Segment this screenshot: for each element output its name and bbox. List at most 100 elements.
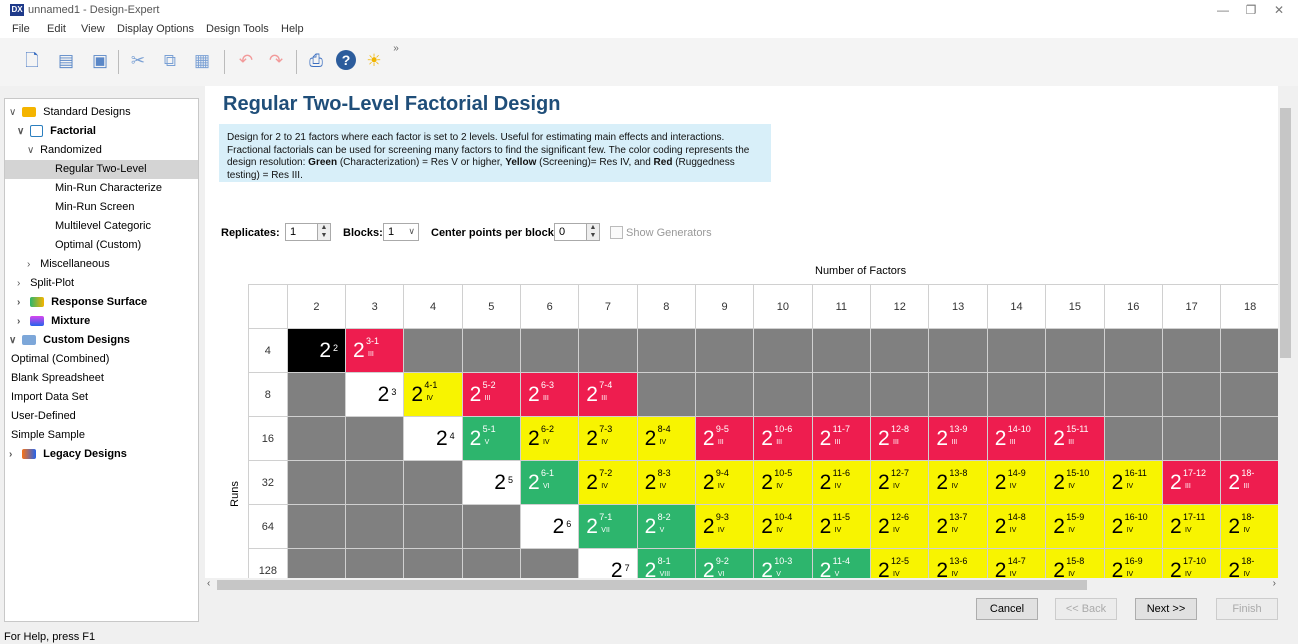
tree-legacy-designs[interactable]: › Legacy Designs bbox=[9, 445, 127, 464]
tree-randomized[interactable]: ∨ Randomized bbox=[27, 141, 102, 160]
scroll-right-icon[interactable]: › bbox=[1273, 578, 1276, 589]
design-cell[interactable]: 2 15-10 IV bbox=[1045, 460, 1105, 505]
design-cell[interactable]: 2 15-11 III bbox=[1045, 416, 1105, 461]
tree-min-run-characterize[interactable]: Min-Run Characterize bbox=[55, 179, 162, 198]
design-cell[interactable]: 2 14-8 IV bbox=[986, 504, 1047, 549]
maximize-button[interactable]: ❐ bbox=[1236, 2, 1266, 18]
tree-mixture[interactable]: › Mixture bbox=[17, 312, 90, 331]
design-cell[interactable]: 2 17-12 III bbox=[1161, 460, 1222, 505]
design-cell[interactable]: 2 11-7 III bbox=[811, 416, 872, 461]
finish-button[interactable]: Finish bbox=[1216, 598, 1278, 620]
design-cell[interactable]: 2 16-11 IV bbox=[1103, 460, 1163, 505]
design-cell[interactable]: 2 11-5 IV bbox=[811, 504, 872, 549]
menu-edit[interactable]: Edit bbox=[47, 23, 66, 35]
design-cell[interactable]: 2 7-3 IV bbox=[578, 416, 638, 461]
design-cell[interactable]: 2 11-6 IV bbox=[811, 460, 872, 505]
chevron-right-icon[interactable]: › bbox=[9, 445, 19, 464]
design-cell[interactable]: 2 18- IV bbox=[1220, 504, 1280, 549]
chevron-down-icon[interactable]: ∨ bbox=[9, 331, 19, 350]
horizontal-scrollbar[interactable]: ‹ › bbox=[205, 578, 1280, 592]
design-cell[interactable]: 2 17-11 IV bbox=[1161, 504, 1222, 549]
design-cell[interactable]: 2 18- III bbox=[1220, 460, 1280, 505]
help-icon[interactable]: ? bbox=[336, 50, 356, 70]
chevron-down-icon[interactable]: ∨ bbox=[9, 103, 19, 122]
design-cell[interactable]: 2 8-4 IV bbox=[636, 416, 696, 461]
design-cell[interactable]: 2 14-9 IV bbox=[986, 460, 1047, 505]
design-cell[interactable]: 2 7-2 IV bbox=[578, 460, 638, 505]
design-cell[interactable]: 2 9-3 IV bbox=[694, 504, 755, 549]
spin-arrows-icon[interactable]: ▲ ▼ bbox=[317, 224, 330, 240]
paste-icon[interactable]: ▦ bbox=[192, 50, 212, 72]
spin-arrows-icon[interactable]: ▲ ▼ bbox=[586, 224, 599, 240]
design-cell[interactable]: 2 5-2 III bbox=[461, 372, 521, 417]
print-icon[interactable]: ⎙ bbox=[306, 50, 326, 72]
chevron-right-icon[interactable]: › bbox=[17, 312, 27, 331]
menu-view[interactable]: View bbox=[81, 23, 105, 35]
tree-optimal-custom[interactable]: Optimal (Custom) bbox=[55, 236, 141, 255]
chevron-down-icon[interactable]: ∨ bbox=[408, 226, 415, 237]
design-cell[interactable]: 2 15-9 IV bbox=[1045, 504, 1105, 549]
redo-icon[interactable]: ↷ bbox=[266, 50, 286, 72]
design-cell[interactable]: 2 7-4 III bbox=[578, 372, 638, 417]
cut-icon[interactable]: ✂ bbox=[128, 50, 148, 72]
open-folder-icon[interactable]: ▤ bbox=[56, 50, 76, 72]
design-cell[interactable]: 2 9-5 III bbox=[694, 416, 755, 461]
menu-design-tools[interactable]: Design Tools bbox=[206, 23, 269, 35]
toolbar-overflow-icon[interactable]: » bbox=[386, 38, 406, 60]
design-cell[interactable]: 2 9-4 IV bbox=[694, 460, 755, 505]
tree-custom-designs[interactable]: ∨ Custom Designs bbox=[9, 331, 130, 350]
tree-simple-sample[interactable]: Simple Sample bbox=[11, 426, 85, 445]
copy-icon[interactable]: ⧉ bbox=[160, 50, 180, 72]
design-cell[interactable]: 2 12-8 III bbox=[870, 416, 930, 461]
close-button[interactable]: ✕ bbox=[1264, 2, 1294, 18]
chevron-right-icon[interactable]: › bbox=[17, 293, 27, 312]
tree-user-defined[interactable]: User-Defined bbox=[11, 407, 76, 426]
tree-min-run-screen[interactable]: Min-Run Screen bbox=[55, 198, 134, 217]
design-cell[interactable]: 2 3-1 III bbox=[345, 328, 405, 373]
chevron-right-icon[interactable]: › bbox=[27, 255, 37, 274]
menu-file[interactable]: File bbox=[12, 23, 30, 35]
design-cell[interactable]: 2 5-1 V bbox=[461, 416, 521, 461]
scroll-left-icon[interactable]: ‹ bbox=[207, 578, 210, 589]
tree-import-data-set[interactable]: Import Data Set bbox=[11, 388, 88, 407]
design-cell[interactable]: 2 13-9 III bbox=[928, 416, 988, 461]
design-cell[interactable]: 2 12-6 IV bbox=[870, 504, 930, 549]
tree-multilevel-categoric[interactable]: Multilevel Categoric bbox=[55, 217, 151, 236]
scroll-thumb[interactable] bbox=[1280, 108, 1291, 358]
menu-display-options[interactable]: Display Options bbox=[117, 23, 194, 35]
design-cell[interactable]: 2 8-2 V bbox=[636, 504, 696, 549]
design-cell[interactable]: 2 6-2 IV bbox=[519, 416, 580, 461]
design-cell[interactable]: 2 10-6 III bbox=[753, 416, 813, 461]
scroll-thumb[interactable] bbox=[217, 580, 1087, 590]
chevron-right-icon[interactable]: › bbox=[17, 274, 27, 293]
save-icon[interactable]: ▣ bbox=[90, 50, 110, 72]
tree-factorial[interactable]: ∨ Factorial bbox=[17, 122, 96, 141]
design-cell[interactable]: 2 10-5 IV bbox=[753, 460, 813, 505]
design-cell[interactable]: 24 bbox=[403, 416, 463, 461]
blocks-select[interactable]: 1 ∨ bbox=[383, 223, 419, 241]
next-button[interactable]: Next >> bbox=[1135, 598, 1197, 620]
vertical-scrollbar[interactable] bbox=[1278, 86, 1293, 578]
show-generators-checkbox[interactable] bbox=[610, 226, 623, 239]
chevron-down-icon[interactable]: ∨ bbox=[27, 141, 37, 160]
design-cell[interactable]: 2 6-3 III bbox=[519, 372, 580, 417]
tree-blank-spreadsheet[interactable]: Blank Spreadsheet bbox=[11, 369, 104, 388]
new-file-icon[interactable]: 🗋 bbox=[22, 50, 42, 72]
chevron-down-icon[interactable]: ∨ bbox=[17, 122, 27, 141]
minimize-button[interactable]: — bbox=[1208, 2, 1238, 18]
design-cell[interactable]: 2 7-1 VII bbox=[578, 504, 638, 549]
design-cell[interactable]: 26 bbox=[519, 504, 580, 549]
design-cell[interactable]: 2 16-10 IV bbox=[1103, 504, 1163, 549]
tree-split-plot[interactable]: › Split-Plot bbox=[17, 274, 74, 293]
back-button[interactable]: << Back bbox=[1055, 598, 1117, 620]
tree-miscellaneous[interactable]: › Miscellaneous bbox=[27, 255, 110, 274]
design-cell[interactable]: 2 10-4 IV bbox=[753, 504, 813, 549]
replicates-stepper[interactable]: 1 ▲ ▼ bbox=[285, 223, 331, 241]
tree-standard-designs[interactable]: ∨ Standard Designs bbox=[9, 103, 131, 122]
design-cell[interactable]: 23 bbox=[345, 372, 405, 417]
design-cell[interactable]: 2 6-1 VI bbox=[519, 460, 580, 505]
tree-response-surface[interactable]: › Response Surface bbox=[17, 293, 147, 312]
center-points-stepper[interactable]: 0 ▲ ▼ bbox=[554, 223, 600, 241]
design-cell[interactable]: 2 8-3 IV bbox=[636, 460, 696, 505]
design-cell[interactable]: 2 4-1 IV bbox=[403, 372, 463, 417]
